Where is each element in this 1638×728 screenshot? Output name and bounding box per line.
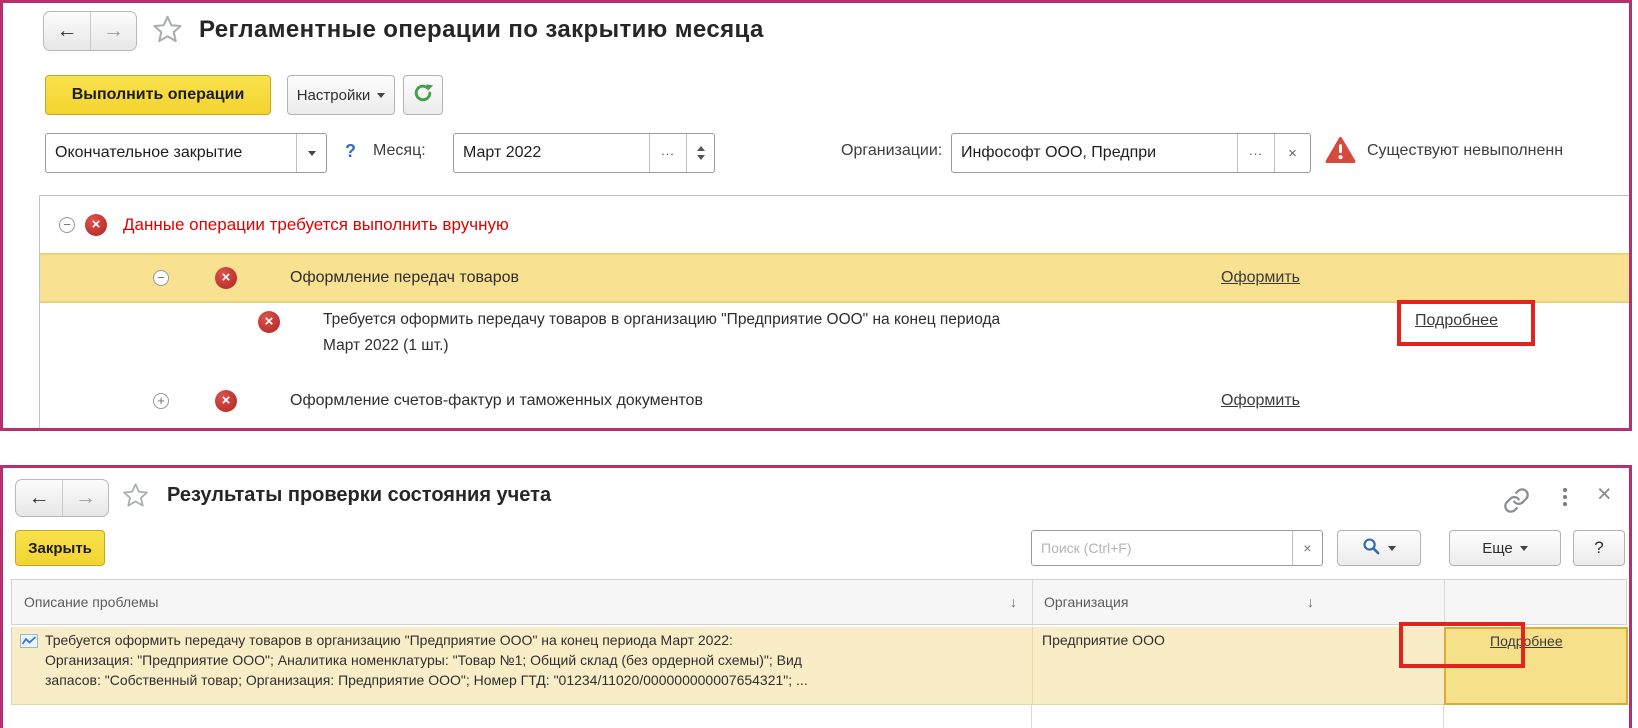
page-title: Результаты проверки состояния учета — [167, 484, 551, 507]
chevron-down-icon — [1388, 546, 1396, 551]
column-divider — [1032, 580, 1033, 626]
more-button[interactable]: Еще — [1449, 530, 1561, 566]
get-link-icon[interactable] — [1503, 487, 1530, 519]
month-field: Март 2022 ... — [453, 133, 715, 173]
settings-button-label: Настройки — [297, 87, 371, 104]
tree-row-invoices[interactable]: + × Оформление счетов-фактур и таможенны… — [40, 377, 1629, 427]
closing-type-dropdown[interactable] — [296, 134, 326, 172]
table-header: Описание проблемы ↓ Организация ↓ — [11, 579, 1627, 625]
spinner-up-icon[interactable] — [697, 146, 705, 151]
close-icon[interactable]: × — [1597, 480, 1612, 509]
tree-row-label: Оформление передач товаров — [290, 269, 519, 287]
description-line-3: запасов: "Собственный товар; Организация… — [45, 672, 1025, 688]
more-button-label: Еще — [1482, 540, 1513, 557]
error-icon: × — [215, 267, 237, 289]
sort-down-icon[interactable]: ↓ — [1307, 594, 1314, 610]
column-divider — [1031, 705, 1032, 728]
podrobnee-link[interactable]: Подробнее — [1490, 633, 1563, 649]
nav-button-group: ← → — [43, 11, 137, 51]
page-title: Регламентные операции по закрытию месяца — [199, 16, 764, 44]
forward-button[interactable]: → — [62, 480, 108, 516]
spinner-down-icon[interactable] — [697, 155, 705, 160]
error-icon: × — [85, 214, 107, 236]
month-label: Месяц: — [373, 142, 426, 160]
podrobnee-link[interactable]: Подробнее — [1415, 312, 1498, 330]
detail-line-2: Март 2022 (1 шт.) — [323, 337, 449, 355]
warning-text: Существуют невыполненн — [1367, 142, 1563, 160]
column-header-description[interactable]: Описание проблемы — [24, 594, 159, 610]
screenshot-canvas: ← → Регламентные операции по закрытию ме… — [0, 0, 1638, 728]
tree-row-label: Оформление счетов-фактур и таможенных до… — [290, 392, 703, 410]
organization-cell: Предприятие ООО — [1042, 632, 1165, 648]
detail-line-1: Требуется оформить передачу товаров в ор… — [323, 311, 1000, 329]
oformit-link[interactable]: Оформить — [1221, 392, 1300, 410]
selected-action-cell[interactable]: Подробнее — [1444, 627, 1628, 705]
collapse-toggle-icon[interactable]: − — [153, 270, 169, 286]
chevron-down-icon — [377, 93, 385, 98]
back-button[interactable]: ← — [16, 480, 62, 516]
collapse-toggle-icon[interactable]: − — [59, 217, 75, 233]
organizations-input[interactable]: Инфософт ООО, Предпри — [952, 134, 1237, 172]
menu-dots-icon[interactable] — [1563, 488, 1567, 506]
column-divider — [1444, 580, 1445, 626]
close-window-button[interactable]: Закрыть — [15, 530, 105, 566]
warning-icon — [1325, 136, 1356, 169]
month-spinner[interactable] — [686, 134, 714, 172]
error-icon: × — [258, 311, 280, 333]
description-line-2: Организация: "Предприятие ООО"; Аналитик… — [45, 652, 1025, 668]
closing-type-value: Окончательное закрытие — [46, 134, 296, 172]
refresh-icon — [412, 82, 434, 108]
search-clear-button[interactable]: × — [1292, 531, 1322, 565]
month-ellipsis-button[interactable]: ... — [649, 134, 686, 172]
settings-button[interactable]: Настройки — [287, 75, 395, 115]
tree-row-label: Данные операции требуется выполнить вруч… — [123, 215, 509, 235]
month-closing-window: ← → Регламентные операции по закрытию ме… — [0, 0, 1632, 431]
execute-operations-button[interactable]: Выполнить операции — [45, 75, 271, 115]
expand-toggle-icon[interactable]: + — [153, 393, 169, 409]
search-button[interactable] — [1337, 530, 1421, 566]
help-link[interactable]: ? — [345, 141, 356, 162]
chevron-down-icon — [1520, 546, 1528, 551]
favorite-star-icon[interactable] — [151, 13, 184, 51]
refresh-button[interactable] — [403, 75, 443, 115]
column-divider — [1032, 627, 1033, 705]
tree-row-transfer-detail[interactable]: × Требуется оформить передачу товаров в … — [40, 303, 1629, 375]
column-header-organization[interactable]: Организация — [1044, 594, 1128, 610]
closing-type-select[interactable]: Окончательное закрытие — [45, 133, 327, 173]
organizations-label: Организации: — [841, 142, 942, 160]
record-icon — [20, 634, 38, 653]
organizations-field: Инфософт ООО, Предпри ... × — [951, 133, 1311, 173]
back-button[interactable]: ← — [44, 12, 90, 50]
oformit-link[interactable]: Оформить — [1221, 269, 1300, 287]
result-table-row[interactable]: Требуется оформить передачу товаров в ор… — [11, 627, 1627, 705]
chevron-down-icon — [308, 151, 316, 156]
search-field: × — [1031, 530, 1323, 566]
favorite-star-icon[interactable] — [121, 481, 150, 515]
tree-row-transfers[interactable]: − × Оформление передач товаров Оформить — [40, 253, 1629, 303]
nav-button-group: ← → — [15, 479, 109, 517]
sort-down-icon[interactable]: ↓ — [1010, 594, 1017, 610]
month-input[interactable]: Март 2022 — [454, 134, 649, 172]
error-icon: × — [215, 390, 237, 412]
organizations-ellipsis-button[interactable]: ... — [1237, 134, 1274, 172]
organizations-clear-button[interactable]: × — [1274, 134, 1310, 172]
tree-row-manual-group[interactable]: − × Данные операции требуется выполнить … — [40, 201, 1629, 251]
search-icon — [1362, 537, 1381, 560]
help-button[interactable]: ? — [1573, 530, 1625, 566]
search-input[interactable] — [1032, 531, 1292, 565]
forward-button[interactable]: → — [90, 12, 136, 50]
description-line-1: Требуется оформить передачу товаров в ор… — [45, 632, 1025, 648]
column-divider — [1443, 705, 1444, 728]
check-results-window: ← → Результаты проверки состояния учета … — [0, 465, 1632, 728]
